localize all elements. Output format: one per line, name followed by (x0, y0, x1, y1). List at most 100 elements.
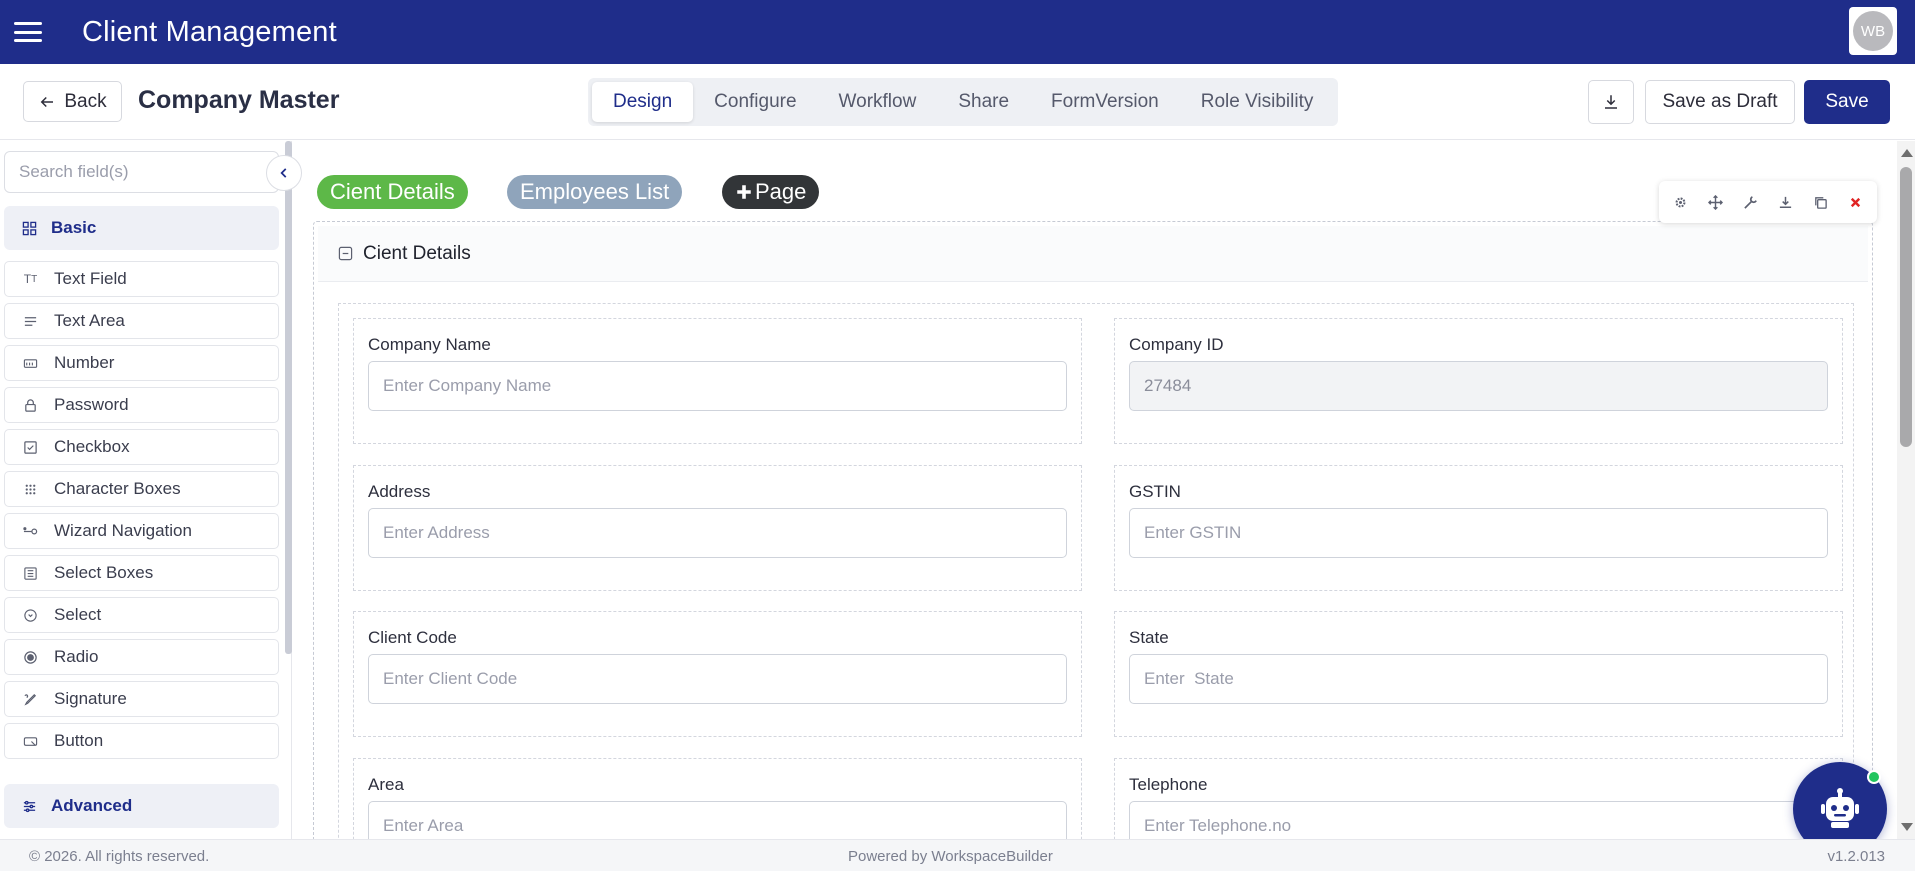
copy-button[interactable] (1805, 187, 1836, 217)
field-label: Telephone (1129, 775, 1208, 794)
palette-item-button[interactable]: Button (4, 723, 279, 759)
sidebar-scrollbar[interactable] (285, 141, 292, 654)
group-advanced-label: Advanced (51, 796, 133, 815)
scroll-up-arrow[interactable] (1901, 149, 1913, 157)
telephone-input[interactable] (1129, 801, 1828, 839)
app-title: Client Management (82, 15, 337, 48)
palette-item-label: Character Boxes (54, 479, 181, 498)
component-toolbar (1659, 181, 1877, 223)
field-company-name[interactable]: Company Name (353, 318, 1082, 444)
field-grid: Company Name Company ID Address GSTIN Cl… (338, 303, 1854, 839)
robot-icon (1821, 788, 1859, 828)
company-name-input[interactable] (368, 361, 1067, 411)
field-label: Company ID (1129, 335, 1224, 354)
scroll-down-arrow[interactable] (1901, 823, 1913, 831)
page-tab-employees-list[interactable]: Employees List (507, 175, 683, 209)
add-page-button[interactable]: Page (722, 175, 820, 209)
menu-icon[interactable] (14, 22, 42, 42)
palette-item-select-boxes[interactable]: Select Boxes (4, 555, 279, 591)
wrench-icon (1744, 195, 1757, 209)
plus-icon (737, 185, 751, 199)
collapse-sidebar-button[interactable] (266, 155, 302, 191)
export-button[interactable] (1770, 187, 1801, 217)
save-button[interactable]: Save (1804, 80, 1890, 124)
palette-item-number[interactable]: Number (4, 345, 279, 381)
palette-item-label: Button (54, 731, 104, 750)
palette-item-signature[interactable]: Signature (4, 681, 279, 717)
field-gstin[interactable]: GSTIN (1114, 465, 1843, 591)
delete-button[interactable] (1840, 187, 1871, 217)
avatar-button[interactable]: WB (1849, 7, 1897, 55)
company-id-input[interactable] (1129, 361, 1828, 411)
copy-icon (1815, 196, 1827, 209)
group-basic[interactable]: Basic (4, 206, 279, 250)
palette-item-label: Password (54, 395, 129, 414)
palette-item-label: Number (54, 353, 115, 372)
online-status-dot (1867, 770, 1881, 784)
palette-item-text-area[interactable]: Text Area (4, 303, 279, 339)
palette-item-password[interactable]: Password (4, 387, 279, 423)
tab-share[interactable]: Share (937, 82, 1030, 122)
settings-button[interactable] (1665, 187, 1696, 217)
palette-item-wizard-navigation[interactable]: Wizard Navigation (4, 513, 279, 549)
panel-header[interactable]: Cient Details (318, 226, 1868, 282)
field-label: Area (368, 775, 404, 794)
wizard-icon (23, 524, 38, 539)
page-title: Company Master (138, 86, 340, 114)
palette-item-select[interactable]: Select (4, 597, 279, 633)
footer: © 2026. All rights reserved. Powered by … (0, 839, 1915, 871)
panel-client-details: Cient Details Company Name Company ID Ad… (313, 221, 1873, 839)
tab-configure[interactable]: Configure (693, 82, 817, 122)
checkbox-icon (23, 440, 38, 455)
palette-item-text-field[interactable]: TT Text Field (4, 261, 279, 297)
button-icon (23, 734, 38, 749)
arrow-left-icon (41, 96, 54, 107)
text-area-icon (23, 314, 38, 329)
close-icon (1850, 197, 1861, 207)
client-code-input[interactable] (368, 654, 1067, 704)
field-telephone[interactable]: Telephone (1114, 758, 1843, 839)
tab-role-visibility[interactable]: Role Visibility (1180, 82, 1335, 122)
state-input[interactable] (1129, 654, 1828, 704)
field-company-id[interactable]: Company ID (1114, 318, 1843, 444)
powered-by-text: Powered by WorkspaceBuilder (848, 848, 1053, 865)
scroll-thumb[interactable] (1900, 167, 1912, 447)
mode-tabs: Design Configure Workflow Share FormVers… (588, 78, 1339, 126)
palette-item-label: Signature (54, 689, 127, 708)
field-client-code[interactable]: Client Code (353, 611, 1082, 737)
pen-icon (23, 692, 38, 707)
palette-item-radio[interactable]: Radio (4, 639, 279, 675)
palette-item-label: Radio (54, 647, 99, 666)
tab-workflow[interactable]: Workflow (818, 82, 938, 122)
collapse-icon[interactable] (338, 246, 353, 261)
palette-item-character-boxes[interactable]: Character Boxes (4, 471, 279, 507)
tab-formversion[interactable]: FormVersion (1030, 82, 1180, 122)
download-button[interactable] (1588, 80, 1634, 124)
lock-icon (23, 398, 38, 413)
area-input[interactable] (368, 801, 1067, 839)
app-bar: Client Management WB (0, 0, 1915, 64)
download-icon (1605, 95, 1617, 109)
back-button[interactable]: Back (23, 81, 122, 122)
move-button[interactable] (1700, 187, 1731, 217)
palette-item-checkbox[interactable]: Checkbox (4, 429, 279, 465)
canvas-scrollbar[interactable] (1897, 141, 1915, 839)
address-input[interactable] (368, 508, 1067, 558)
edit-button[interactable] (1735, 187, 1766, 217)
field-state[interactable]: State (1114, 611, 1843, 737)
copyright-text: © 2026. All rights reserved. (29, 848, 210, 865)
tab-design[interactable]: Design (592, 82, 694, 122)
field-address[interactable]: Address (353, 465, 1082, 591)
search-fields-input[interactable] (4, 151, 279, 193)
sliders-icon (23, 800, 36, 812)
field-area[interactable]: Area (353, 758, 1082, 839)
number-icon (23, 356, 38, 371)
gstin-input[interactable] (1129, 508, 1828, 558)
field-label: GSTIN (1129, 482, 1181, 501)
text-field-icon: TT (23, 272, 38, 286)
form-canvas: Cient Details Employees List Page Cient … (293, 141, 1897, 839)
chevron-left-icon (280, 168, 287, 178)
save-as-draft-button[interactable]: Save as Draft (1645, 80, 1795, 124)
page-tab-client-details[interactable]: Cient Details (317, 175, 468, 209)
group-advanced[interactable]: Advanced (4, 784, 279, 828)
